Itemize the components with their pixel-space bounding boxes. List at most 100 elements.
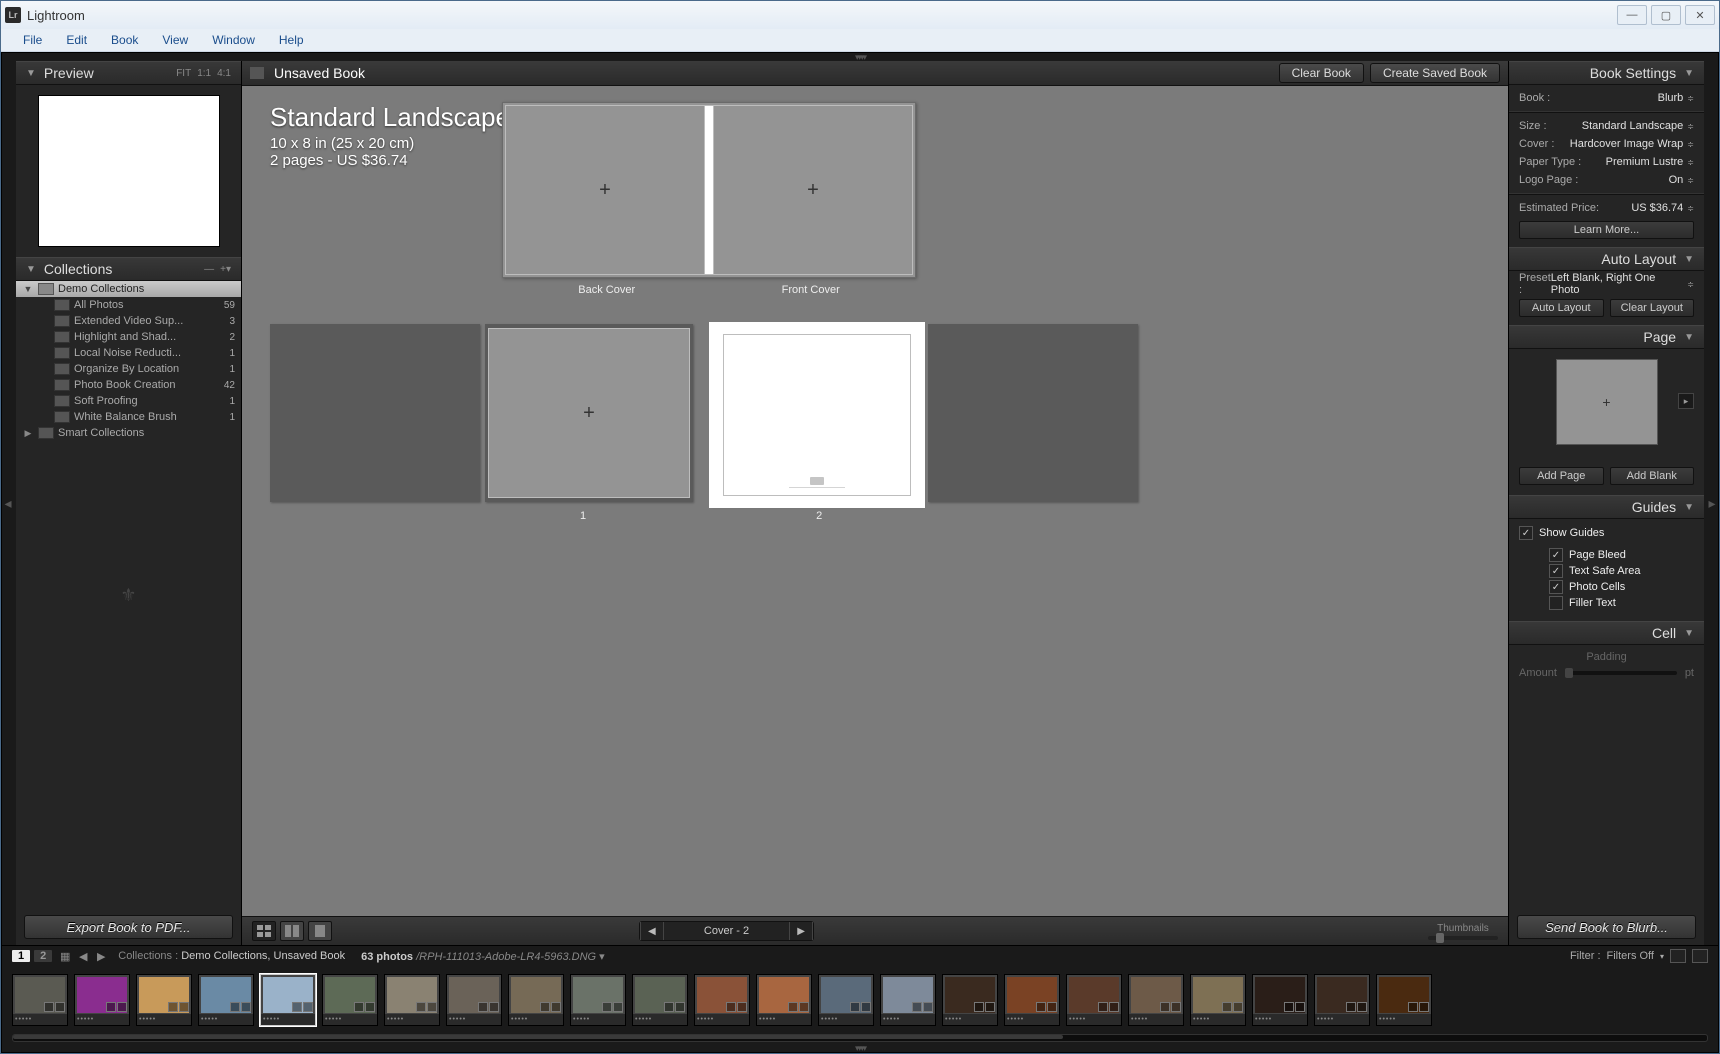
preset-row[interactable]: Preset : Left Blank, Right One Photo ≑ [1519,275,1694,293]
create-saved-book-button[interactable]: Create Saved Book [1370,63,1500,83]
filmstrip-thumbnail[interactable]: ••••• [508,974,564,1026]
filmstrip-thumbnail[interactable]: ••••• [694,974,750,1026]
prev-photo-button[interactable]: ◀ [76,950,90,962]
filmstrip-thumbnail[interactable]: ••••• [260,974,316,1026]
guide-page-bleed[interactable]: ✓Page Bleed [1519,547,1694,563]
menubar[interactable]: FileEditBookViewWindowHelp [1,29,1719,52]
filmstrip-thumbnail[interactable]: ••••• [818,974,874,1026]
collection-item[interactable]: Organize By Location1 [16,361,241,377]
filmstrip-thumbnail[interactable]: ••••• [1066,974,1122,1026]
display-1-badge[interactable]: 1 [12,950,30,962]
collection-item[interactable]: Soft Proofing1 [16,393,241,409]
view-single-button[interactable] [308,921,332,941]
export-pdf-button[interactable]: Export Book to PDF... [24,915,233,939]
zoom-fit[interactable]: FIT [176,68,191,79]
filmstrip-thumbnail[interactable]: ••••• [942,974,998,1026]
auto-layout-button[interactable]: Auto Layout [1519,299,1604,317]
menu-view[interactable]: View [150,31,200,49]
zoom-4to1[interactable]: 4:1 [217,68,231,79]
thumbnail-slider[interactable] [1428,936,1498,940]
book-canvas[interactable]: Standard Landscape 10 x 8 in (25 x 20 cm… [242,86,1508,916]
thumbnail-size-control[interactable]: Thumbnails [1428,923,1498,940]
filmstrip-thumbnail[interactable]: ••••• [1252,974,1308,1026]
menu-book[interactable]: Book [99,31,150,49]
filmstrip-thumbnail[interactable]: ••••• [1128,974,1184,1026]
setting-row[interactable]: Cover :Hardcover Image Wrap≑ [1519,135,1694,153]
bottom-panel-toggle[interactable]: ▾▾▾▾ [2,1044,1718,1052]
clear-layout-button[interactable]: Clear Layout [1610,299,1695,317]
clear-book-button[interactable]: Clear Book [1279,63,1364,83]
preview-thumbnail[interactable] [38,95,220,247]
add-page-button[interactable]: Add Page [1519,467,1604,485]
close-button[interactable]: ✕ [1685,5,1715,25]
filmstrip[interactable]: ••••••••••••••••••••••••••••••••••••••••… [2,966,1718,1034]
setting-row[interactable]: Logo Page :On≑ [1519,171,1694,189]
collection-item[interactable]: Highlight and Shad...2 [16,329,241,345]
show-guides-checkbox[interactable]: ✓Show Guides [1519,525,1694,541]
filmstrip-thumbnail[interactable]: ••••• [570,974,626,1026]
page-1[interactable]: + [485,324,693,502]
collections-minus[interactable]: — [204,264,214,275]
filmstrip-thumbnail[interactable]: ••••• [322,974,378,1026]
next-page-button[interactable]: ▶ [789,922,813,940]
menu-file[interactable]: File [11,31,54,49]
page-layout-thumbnail[interactable]: + [1556,359,1658,445]
view-grid-icon[interactable] [250,67,264,79]
preview-panel-header[interactable]: ▼ Preview FIT 1:1 4:1 [16,61,241,85]
collections-panel-header[interactable]: ▼ Collections — +▾ [16,257,241,281]
view-spread-button[interactable] [280,921,304,941]
collection-set-demo-collections[interactable]: ▼Demo Collections [16,281,241,297]
filmstrip-thumbnail[interactable]: ••••• [1004,974,1060,1026]
collection-item[interactable]: Photo Book Creation42 [16,377,241,393]
page-panel-header[interactable]: Page▼ [1509,325,1704,349]
filmstrip-thumbnail[interactable]: ••••• [632,974,688,1026]
filmstrip-thumbnail[interactable]: ••••• [136,974,192,1026]
menu-edit[interactable]: Edit [54,31,99,49]
collection-set-smart-collections[interactable]: ▶Smart Collections [16,425,241,441]
guide-text-safe-area[interactable]: ✓Text Safe Area [1519,563,1694,579]
filmstrip-thumbnail[interactable]: ••••• [1376,974,1432,1026]
filmstrip-thumbnail[interactable]: ••••• [1314,974,1370,1026]
top-panel-toggle[interactable]: ▾▾▾▾ [2,53,1718,61]
learn-more-button[interactable]: Learn More... [1519,221,1694,239]
minimize-button[interactable]: — [1617,5,1647,25]
view-multi-button[interactable] [252,921,276,941]
menu-window[interactable]: Window [200,31,267,49]
zoom-1to1[interactable]: 1:1 [197,68,211,79]
filmstrip-thumbnail[interactable]: ••••• [12,974,68,1026]
layout-picker-button[interactable]: ▸ [1678,393,1694,409]
collection-item[interactable]: White Balance Brush1 [16,409,241,425]
guide-filler-text[interactable]: Filler Text [1519,595,1694,611]
left-panel-toggle[interactable]: ◂ [2,488,14,518]
display-2-badge[interactable]: 2 [34,950,52,962]
filmstrip-thumbnail[interactable]: ••••• [384,974,440,1026]
prev-page-button[interactable]: ◀ [640,922,664,940]
guide-photo-cells[interactable]: ✓Photo Cells [1519,579,1694,595]
spine[interactable] [705,105,713,275]
grid-icon[interactable]: ▦ [58,950,72,962]
filter-lock-icon[interactable] [1692,949,1708,963]
filmstrip-thumbnail[interactable]: ••••• [198,974,254,1026]
book-settings-header[interactable]: Book Settings▼ [1509,61,1704,85]
filmstrip-thumbnail[interactable]: ••••• [756,974,812,1026]
filmstrip-thumbnail[interactable]: ••••• [74,974,130,1026]
front-cover-cell[interactable]: + [713,105,913,275]
cell-header[interactable]: Cell▼ [1509,621,1704,645]
cover-spread[interactable]: + + Back Cover Front Cover [502,102,916,296]
filmstrip-thumbnail[interactable]: ••••• [880,974,936,1026]
auto-layout-header[interactable]: Auto Layout▼ [1509,247,1704,271]
setting-row[interactable]: Book :Blurb≑ [1519,89,1694,107]
filter-dropdown[interactable]: Filters Off [1607,950,1654,962]
guides-header[interactable]: Guides▼ [1509,495,1704,519]
collection-item[interactable]: Extended Video Sup...3 [16,313,241,329]
next-photo-button[interactable]: ▶ [94,950,108,962]
send-to-blurb-button[interactable]: Send Book to Blurb... [1517,915,1696,939]
page-indicator[interactable]: Cover - 2 [664,925,789,937]
padding-slider[interactable] [1565,671,1677,675]
right-panel-toggle[interactable]: ▸ [1706,488,1718,518]
source-path[interactable]: Collections : Demo Collections, Unsaved … [118,950,345,962]
maximize-button[interactable]: ▢ [1651,5,1681,25]
collection-item[interactable]: Local Noise Reducti...1 [16,345,241,361]
menu-help[interactable]: Help [267,31,316,49]
filmstrip-thumbnail[interactable]: ••••• [446,974,502,1026]
